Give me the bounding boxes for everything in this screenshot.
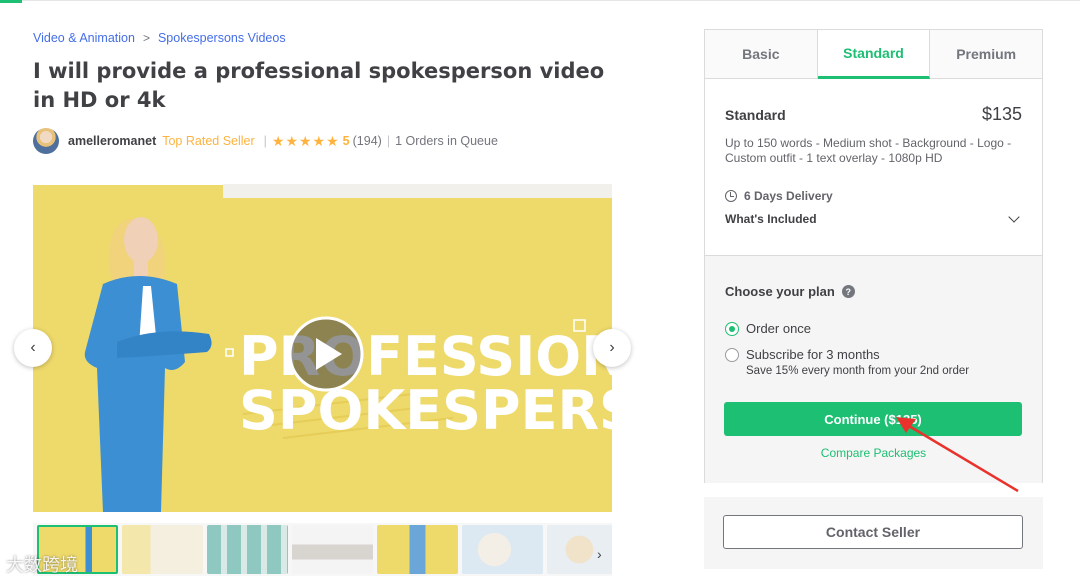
orders-in-queue: 1 Orders in Queue: [395, 134, 498, 148]
breadcrumb-separator-icon: >: [142, 31, 150, 45]
package-price: $135: [981, 104, 1022, 124]
header-accent-bar: [0, 0, 22, 3]
divider: |: [263, 134, 267, 148]
contact-seller-button[interactable]: Contact Seller: [723, 515, 1023, 549]
radio-order-once[interactable]: [725, 322, 739, 336]
continue-button[interactable]: Continue ($135): [724, 402, 1022, 436]
package-name: Standard: [725, 107, 786, 123]
plan-option-subscribe-label: Subscribe for 3 months: [746, 347, 880, 362]
delivery-time: 6 Days Delivery: [725, 189, 833, 203]
plan-title: Choose your plan ?: [725, 284, 855, 299]
watermark-text: 大数跨境: [6, 555, 78, 576]
rating-count[interactable]: (194): [353, 134, 382, 148]
radio-subscribe[interactable]: [725, 348, 739, 362]
tab-basic[interactable]: Basic: [705, 30, 818, 78]
contact-seller-box: Contact Seller: [704, 497, 1043, 569]
gig-gallery-main-slide[interactable]: PROFESSIONAL SPOKESPERSON: [33, 174, 612, 512]
rating-stars-icon[interactable]: ★★★★★: [272, 133, 340, 150]
gallery-thumbnail[interactable]: [377, 525, 458, 574]
gig-title: I will provide a professional spokespers…: [33, 59, 605, 112]
gallery-thumbnail[interactable]: [292, 525, 373, 574]
thumbnail-next-chevron-icon[interactable]: ›: [597, 546, 602, 562]
rating-score: 5: [342, 134, 350, 148]
help-icon[interactable]: ?: [841, 285, 855, 298]
gallery-thumbnail[interactable]: [207, 525, 288, 574]
tab-standard[interactable]: Standard: [817, 30, 931, 79]
header-divider: [22, 0, 1080, 1]
package-tabs: Basic Standard Premium: [705, 30, 1042, 79]
whats-included-label: What's Included: [725, 212, 817, 226]
watermark-logo: 大数跨境: [6, 551, 78, 577]
plan-selector: Choose your plan ? Order once Subscribe …: [705, 255, 1042, 483]
seller-username-link[interactable]: amelleromanet: [68, 134, 156, 148]
package-description: Up to 150 words - Medium shot - Backgrou…: [725, 136, 1012, 165]
compare-packages-link[interactable]: Compare Packages: [705, 446, 1042, 460]
seller-avatar[interactable]: [33, 128, 59, 154]
plan-option-subscribe[interactable]: Subscribe for 3 months Save 15% every mo…: [725, 347, 969, 377]
gallery-prev-button[interactable]: ‹: [14, 329, 52, 367]
chevron-down-icon: [1008, 211, 1020, 223]
breadcrumb-subcategory-link[interactable]: Spokespersons Videos: [158, 31, 286, 45]
gallery-thumbnail[interactable]: [122, 525, 203, 574]
gallery-thumbnail[interactable]: [547, 525, 612, 574]
breadcrumb-category-link[interactable]: Video & Animation: [33, 31, 135, 45]
gallery-headline-line2: SPOKESPERSON: [239, 379, 612, 442]
plan-title-text: Choose your plan: [725, 284, 835, 299]
seller-overview: amelleromanet Top Rated Seller | ★★★★★ 5…: [33, 128, 498, 154]
gallery-next-button[interactable]: ›: [593, 329, 631, 367]
subscribe-savings-note: Save 15% every month from your 2nd order: [746, 365, 970, 377]
play-button-icon[interactable]: [288, 316, 364, 392]
seller-level-badge: Top Rated Seller: [162, 134, 255, 148]
plan-option-once-label: Order once: [746, 321, 812, 336]
delivery-label: 6 Days Delivery: [744, 189, 833, 203]
whats-included-toggle[interactable]: What's Included: [725, 211, 1022, 226]
tab-premium[interactable]: Premium: [930, 30, 1042, 78]
breadcrumb: Video & Animation > Spokespersons Videos: [33, 31, 286, 45]
package-header: Standard $135: [725, 104, 1022, 125]
packages-panel: Basic Standard Premium Standard $135 Up …: [704, 29, 1043, 483]
clock-icon: [725, 190, 737, 202]
divider: |: [386, 134, 391, 148]
plan-option-once[interactable]: Order once: [725, 321, 811, 336]
gallery-image: PROFESSIONAL SPOKESPERSON: [33, 184, 612, 512]
gallery-thumbnail-strip: [33, 523, 612, 576]
gallery-thumbnail[interactable]: [462, 525, 543, 574]
